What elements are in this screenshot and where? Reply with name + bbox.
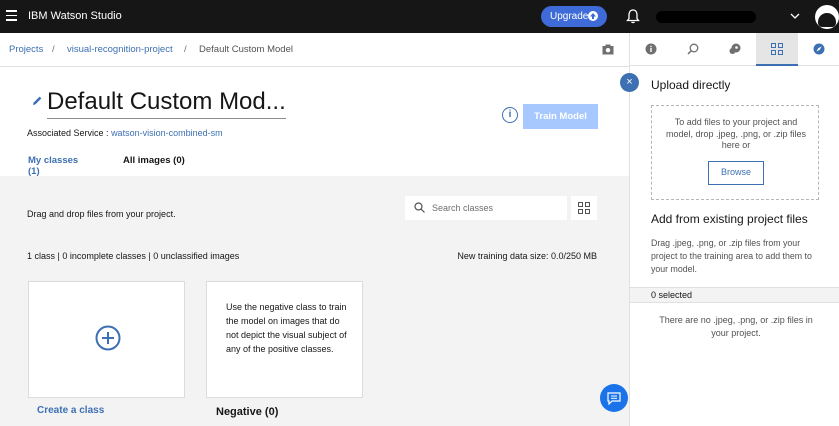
upgrade-button[interactable]: Upgrade xyxy=(541,6,607,27)
service-label: Associated Service : xyxy=(27,128,109,138)
upload-directly-heading: Upload directly xyxy=(651,78,731,92)
panel-tab-palette[interactable] xyxy=(714,33,756,66)
existing-files-description: Drag .jpeg, .png, or .zip files from you… xyxy=(651,238,812,274)
grid-view-button[interactable] xyxy=(571,196,597,220)
panel-tab-search-image[interactable] xyxy=(672,33,714,66)
chevron-down-icon[interactable] xyxy=(790,12,800,20)
model-header: Default Custom Mod... Associated Service… xyxy=(0,67,629,189)
panel-tab-assets[interactable] xyxy=(756,33,798,66)
pencil-edit-icon[interactable] xyxy=(32,95,43,106)
upgrade-arrow-icon xyxy=(588,11,598,21)
breadcrumb-separator: / xyxy=(52,44,55,55)
close-panel-button[interactable]: × xyxy=(620,73,639,92)
breadcrumb-projects[interactable]: Projects xyxy=(9,44,43,55)
hamburger-menu-icon[interactable] xyxy=(6,10,17,21)
assets-grid-icon xyxy=(771,43,783,55)
service-link[interactable]: watson-vision-combined-sm xyxy=(111,128,223,138)
top-bar: IBM Watson Studio Upgrade xyxy=(0,0,839,33)
camera-icon[interactable] xyxy=(602,44,614,55)
empty-files-message: There are no .jpeg, .png, or .zip files … xyxy=(659,315,813,338)
search-image-icon xyxy=(687,43,699,55)
create-class-link[interactable]: Create a class xyxy=(37,405,104,416)
negative-class-label[interactable]: Negative (0) xyxy=(216,406,278,418)
chat-button[interactable] xyxy=(600,384,628,412)
breadcrumb-current: Default Custom Model xyxy=(199,44,293,55)
chat-icon xyxy=(607,392,621,405)
palette-icon xyxy=(729,43,741,54)
tab-all-images[interactable]: All images (0) xyxy=(123,155,185,166)
info-circle-icon xyxy=(645,43,657,55)
associated-service: Associated Service : watson-vision-combi… xyxy=(27,128,223,138)
train-model-button[interactable]: Train Model xyxy=(523,104,598,129)
add-circle-icon[interactable] xyxy=(95,325,121,351)
upgrade-label: Upgrade xyxy=(550,11,589,22)
main-content: Drag and drop files from your project. S… xyxy=(0,176,629,426)
page-title[interactable]: Default Custom Mod... xyxy=(47,88,286,119)
panel-tab-bar xyxy=(630,33,839,66)
account-name-redacted[interactable] xyxy=(656,11,756,23)
brand-name[interactable]: IBM Watson Studio xyxy=(28,10,122,22)
breadcrumb-project[interactable]: visual-recognition-project xyxy=(67,44,173,55)
search-placeholder: Search classes xyxy=(432,203,494,213)
file-dropzone[interactable]: To add files to your project and model, … xyxy=(651,105,819,200)
drag-instructions: Drag and drop files from your project. xyxy=(27,209,176,219)
info-icon[interactable]: i xyxy=(502,107,518,123)
notifications-bell-icon[interactable] xyxy=(626,9,640,24)
compass-icon xyxy=(813,43,825,55)
dropzone-text: To add files to your project and model, … xyxy=(665,117,807,150)
selected-count: 0 selected xyxy=(630,287,839,303)
create-class-card[interactable] xyxy=(28,281,185,398)
panel-tab-info[interactable] xyxy=(630,33,672,66)
training-data-size: New training data size: 0.0/250 MB xyxy=(457,251,597,261)
search-icon xyxy=(414,202,425,213)
negative-class-card[interactable]: Use the negative class to train the mode… xyxy=(206,281,363,398)
negative-class-description: Use the negative class to train the mode… xyxy=(226,302,347,354)
search-input[interactable]: Search classes xyxy=(405,196,567,220)
side-panel: × Upload directly To add files to your p… xyxy=(620,33,839,426)
class-stats: 1 class | 0 incomplete classes | 0 uncla… xyxy=(27,251,240,261)
breadcrumb-separator: / xyxy=(184,44,187,55)
panel-tab-compass[interactable] xyxy=(798,33,839,66)
browse-button[interactable]: Browse xyxy=(708,161,764,185)
grid-view-icon xyxy=(578,202,590,214)
breadcrumb: Projects / visual-recognition-project / … xyxy=(0,33,629,67)
avatar[interactable] xyxy=(815,5,839,29)
existing-files-heading: Add from existing project files xyxy=(651,212,808,226)
